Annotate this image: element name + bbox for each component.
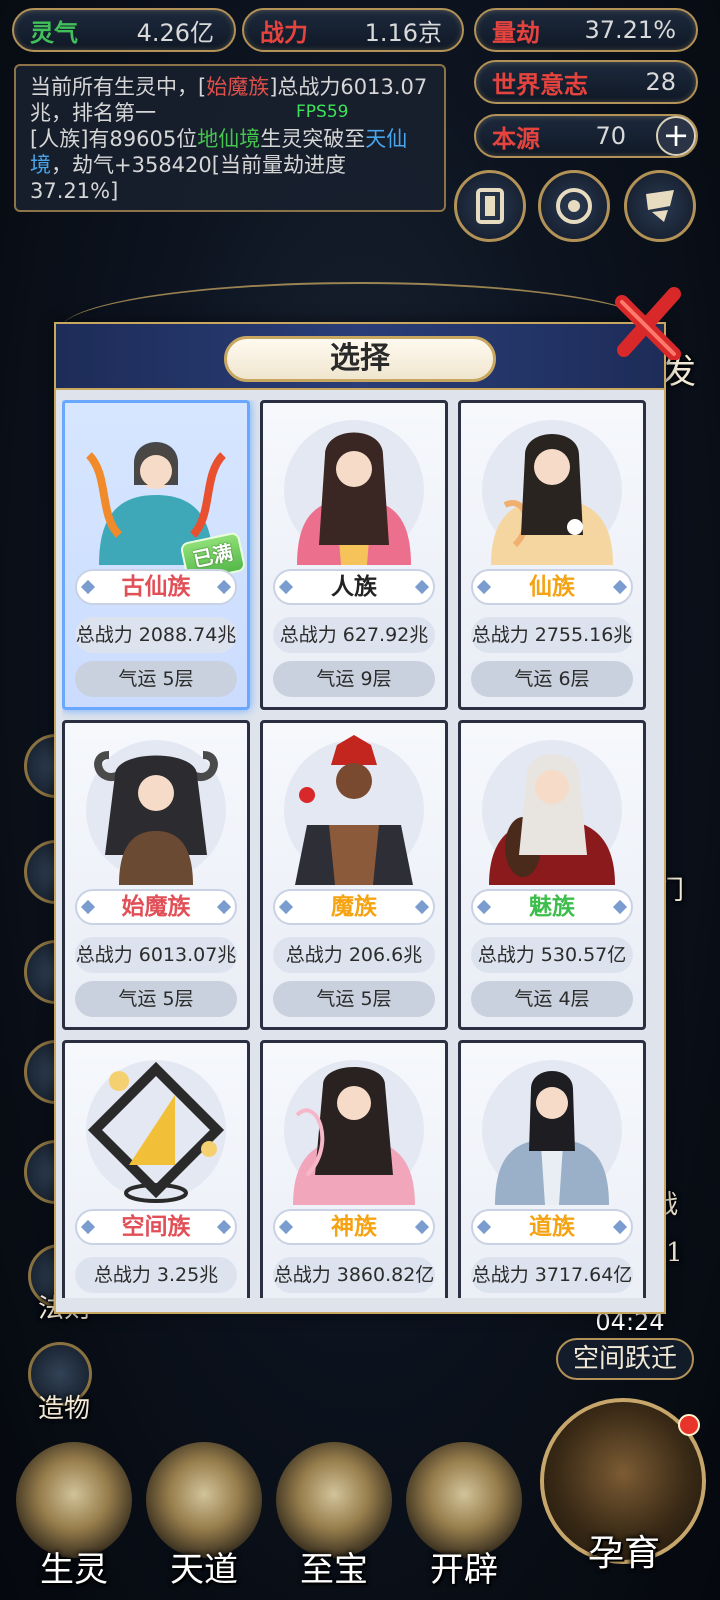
nav-tian-dao[interactable]: 天道 bbox=[140, 1442, 268, 1600]
race-name: 空间族 bbox=[75, 1209, 237, 1245]
dao-portrait bbox=[482, 1060, 622, 1205]
race-card-mei[interactable]: 魅族 总战力 530.57亿 气运 4层 bbox=[458, 720, 646, 1030]
event-log: 当前所有生灵中，[始魔族]总战力6013.07兆，排名第一 [人族]有89605… bbox=[14, 64, 446, 212]
stat-label: 灵气 bbox=[30, 17, 78, 47]
log-realm: 地仙境 bbox=[197, 127, 261, 151]
log-entry: [人族]有89605位地仙境生灵突破至天仙境，劫气+358420[当前量劫进度3… bbox=[30, 126, 430, 204]
stat-label: 本源 bbox=[492, 123, 540, 153]
space-jump-button[interactable]: 空间跃迁 bbox=[556, 1338, 694, 1380]
log-text: [人族]有89605位 bbox=[30, 127, 198, 151]
shen-portrait bbox=[284, 1060, 424, 1205]
notification-dot bbox=[678, 1414, 700, 1436]
stat-liangjie[interactable]: 量劫 37.21% bbox=[474, 8, 698, 52]
race-card-guxian[interactable]: 已满 古仙族 总战力 2088.74兆 气运 5层 bbox=[62, 400, 250, 710]
race-card-kongjian[interactable]: 空间族 总战力 3.25兆 bbox=[62, 1040, 250, 1298]
race-card-xian[interactable]: 仙族 总战力 2755.16兆 气运 6层 bbox=[458, 400, 646, 710]
swirl-emblem-icon bbox=[146, 1442, 262, 1558]
kongjian-portrait bbox=[86, 1060, 226, 1203]
race-name: 魅族 bbox=[471, 889, 633, 925]
side-count: 1 bbox=[666, 1238, 683, 1268]
race-card-shen[interactable]: 神族 总战力 3860.82亿 bbox=[260, 1040, 448, 1298]
xian-portrait bbox=[482, 420, 622, 565]
race-power: 总战力 3.25兆 bbox=[75, 1257, 237, 1293]
race-select-modal: 选择 已满 古仙族 总战力 2088.74兆 气运 5层 人族 总战力 627.… bbox=[54, 322, 666, 1314]
nav-label: 开辟 bbox=[430, 1550, 498, 1590]
card-icon bbox=[476, 188, 504, 224]
log-text: 生灵突破至 bbox=[260, 127, 366, 151]
race-luck: 气运 5层 bbox=[273, 981, 435, 1017]
nav-sheng-ling[interactable]: 生灵 bbox=[10, 1442, 138, 1600]
stat-zhanli: 战力 1.16京 bbox=[242, 8, 464, 52]
modal-header: 选择 bbox=[56, 324, 664, 390]
stat-value: 1.16京 bbox=[364, 18, 442, 47]
race-power: 总战力 3717.64亿 bbox=[471, 1257, 633, 1293]
log-text: 当前所有生灵中，[ bbox=[30, 75, 207, 99]
race-card-mo[interactable]: 魔族 总战力 206.6兆 气运 5层 bbox=[260, 720, 448, 1030]
race-luck: 气运 5层 bbox=[75, 981, 237, 1017]
shimo-portrait bbox=[86, 740, 226, 885]
close-icon bbox=[615, 287, 681, 361]
nav-label: 天道 bbox=[170, 1550, 238, 1590]
treasure-icon bbox=[276, 1442, 392, 1558]
race-name: 仙族 bbox=[471, 569, 633, 605]
race-power: 总战力 206.6兆 bbox=[273, 937, 435, 973]
stat-label: 量劫 bbox=[492, 17, 540, 47]
stat-lingqi: 灵气 4.26亿 bbox=[12, 8, 236, 52]
race-name: 人族 bbox=[273, 569, 435, 605]
nav-label: 孕育 bbox=[587, 1533, 660, 1574]
flag-icon bbox=[646, 190, 674, 222]
stat-shijie[interactable]: 世界意志 28 bbox=[474, 60, 698, 104]
nav-label: 至宝 bbox=[300, 1550, 368, 1590]
axe-icon bbox=[406, 1442, 522, 1558]
ren-portrait bbox=[284, 420, 424, 565]
swirl-icon bbox=[556, 188, 592, 224]
log-entry: 当前所有生灵中，[始魔族]总战力6013.07兆，排名第一 bbox=[30, 74, 430, 126]
stat-label: 战力 bbox=[260, 17, 308, 47]
modal-title: 选择 bbox=[224, 336, 496, 382]
log-race: 始魔族 bbox=[206, 75, 270, 99]
race-name: 古仙族 bbox=[75, 569, 237, 605]
race-card-shimo[interactable]: 始魔族 总战力 6013.07兆 气运 5层 bbox=[62, 720, 250, 1030]
race-card-ren[interactable]: 人族 总战力 627.92兆 气运 9层 bbox=[260, 400, 448, 710]
stat-value: 4.26亿 bbox=[136, 18, 214, 47]
race-name: 始魔族 bbox=[75, 889, 237, 925]
race-name: 神族 bbox=[273, 1209, 435, 1245]
nav-yun-yu[interactable]: 孕育 bbox=[538, 1396, 710, 1596]
fps-counter: FPS59 bbox=[296, 102, 349, 122]
nav-label: 生灵 bbox=[40, 1550, 108, 1590]
race-power: 总战力 530.57亿 bbox=[471, 937, 633, 973]
zao-wu-label: 造物 bbox=[38, 1394, 91, 1424]
mo-portrait bbox=[284, 735, 424, 885]
stat-value: 37.21% bbox=[584, 16, 676, 44]
add-benyuan-button[interactable]: + bbox=[656, 116, 696, 156]
race-card-dao[interactable]: 道族 总战力 3717.64亿 bbox=[458, 1040, 646, 1298]
race-power: 总战力 2755.16兆 bbox=[471, 617, 633, 653]
mei-portrait bbox=[482, 740, 622, 885]
close-button[interactable] bbox=[612, 280, 692, 361]
race-power: 总战力 6013.07兆 bbox=[75, 937, 237, 973]
flag-icon-button[interactable] bbox=[624, 170, 696, 242]
stat-value: 70 bbox=[595, 122, 626, 150]
nav-kai-pi[interactable]: 开辟 bbox=[400, 1442, 528, 1600]
card-icon-button[interactable] bbox=[454, 170, 526, 242]
race-luck: 气运 4层 bbox=[471, 981, 633, 1017]
race-power: 总战力 3860.82亿 bbox=[273, 1257, 435, 1293]
stat-value: 28 bbox=[645, 68, 676, 96]
nav-zhi-bao[interactable]: 至宝 bbox=[270, 1442, 398, 1600]
stat-label: 世界意志 bbox=[492, 69, 588, 99]
swirl-icon-button[interactable] bbox=[538, 170, 610, 242]
race-name: 魔族 bbox=[273, 889, 435, 925]
race-luck: 气运 5层 bbox=[75, 661, 237, 697]
phoenix-icon bbox=[16, 1442, 132, 1558]
race-luck: 气运 9层 bbox=[273, 661, 435, 697]
race-luck: 气运 6层 bbox=[471, 661, 633, 697]
race-grid[interactable]: 已满 古仙族 总战力 2088.74兆 气运 5层 人族 总战力 627.92兆… bbox=[62, 400, 660, 1298]
race-name: 道族 bbox=[471, 1209, 633, 1245]
race-power: 总战力 627.92兆 bbox=[273, 617, 435, 653]
race-power: 总战力 2088.74兆 bbox=[75, 617, 237, 653]
log-text: ，劫气+358420[当前量劫进度37.21%] bbox=[30, 153, 346, 203]
